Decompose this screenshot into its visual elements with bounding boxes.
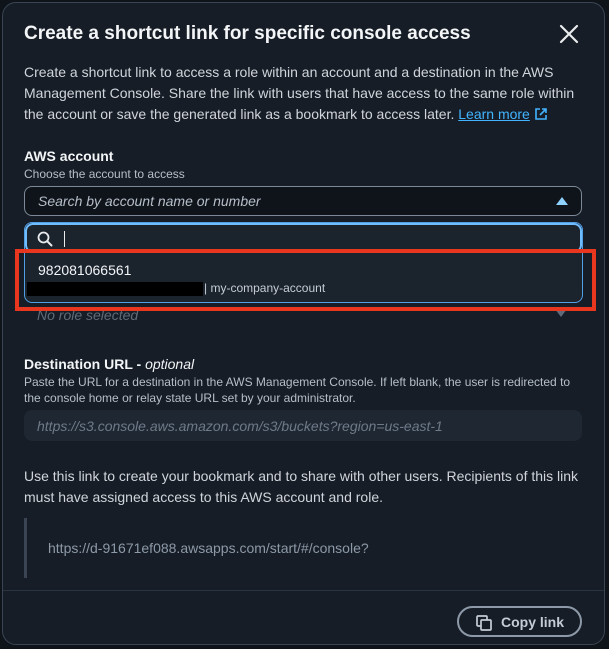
generated-link: https://d-91671ef088.awsapps.com/start/#…	[48, 540, 369, 556]
footer-divider	[3, 590, 604, 591]
aws-account-label: AWS account	[24, 148, 114, 164]
text-cursor	[64, 231, 65, 247]
learn-more-label: Learn more	[458, 106, 530, 122]
close-icon[interactable]	[558, 23, 580, 45]
destination-label-text: Destination URL -	[24, 356, 146, 372]
generated-link-box: https://d-91671ef088.awsapps.com/start/#…	[24, 518, 587, 578]
role-select[interactable]: No role selected	[24, 303, 582, 328]
modal-title: Create a shortcut link for specific cons…	[24, 23, 471, 44]
account-number: 982081066561	[38, 262, 132, 278]
copy-link-label: Copy link	[501, 614, 565, 630]
copy-icon	[475, 614, 493, 635]
account-search-input[interactable]	[25, 223, 582, 253]
role-placeholder: No role selected	[37, 307, 139, 323]
learn-more-link[interactable]: Learn more	[458, 106, 548, 122]
account-dropdown: 982081066561 | my-company-account	[24, 222, 583, 303]
destination-url-placeholder: https://s3.console.aws.amazon.com/s3/buc…	[37, 418, 443, 434]
search-icon	[37, 231, 53, 252]
modal-intro: Create a shortcut link to access a role …	[24, 62, 584, 127]
account-option[interactable]: 982081066561 | my-company-account	[25, 255, 582, 302]
shortcut-link-modal: Create a shortcut link for specific cons…	[2, 2, 605, 645]
copy-link-button[interactable]: Copy link	[457, 606, 582, 637]
share-instructions: Use this link to create your bookmark an…	[24, 468, 579, 505]
destination-url-input[interactable]: https://s3.console.aws.amazon.com/s3/buc…	[24, 410, 582, 441]
aws-account-description: Choose the account to access	[24, 167, 185, 181]
aws-account-select[interactable]: Search by account name or number	[24, 186, 582, 216]
destination-description: Paste the URL for a destination in the A…	[24, 375, 571, 405]
destination-url-label: Destination URL - optional	[24, 356, 194, 372]
aws-account-placeholder: Search by account name or number	[38, 193, 261, 209]
external-link-icon	[534, 106, 548, 127]
redacted-block	[27, 282, 203, 296]
caret-up-icon[interactable]	[556, 197, 568, 205]
optional-tag: optional	[145, 356, 195, 372]
account-name: | my-company-account	[204, 281, 326, 295]
caret-down-icon	[555, 309, 567, 317]
